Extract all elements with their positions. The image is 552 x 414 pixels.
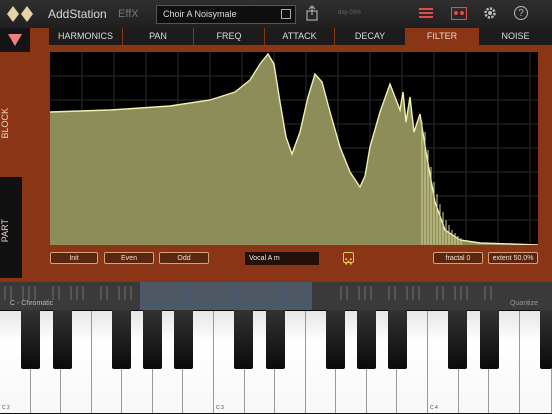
side-tab-block[interactable]: BLOCK: [0, 52, 22, 177]
tab-decay[interactable]: DECAY: [334, 28, 405, 45]
odd-button[interactable]: Odd: [159, 252, 209, 264]
even-button[interactable]: Even: [104, 252, 154, 264]
top-bar: AddStation EffX Choir A Noisymale dsp 03…: [0, 0, 552, 28]
black-key[interactable]: [266, 310, 285, 369]
black-key[interactable]: [174, 310, 193, 369]
app-logo-icon[interactable]: [6, 5, 34, 23]
black-key[interactable]: [53, 310, 72, 369]
scale-label[interactable]: C - Chromatic: [10, 300, 53, 307]
preset-name-field[interactable]: Choir A Noisymale: [156, 5, 296, 24]
black-key[interactable]: [112, 310, 131, 369]
filter-preset-select[interactable]: Vocal A m: [245, 252, 319, 265]
black-key[interactable]: [21, 310, 40, 369]
tab-attack[interactable]: ATTACK: [264, 28, 334, 45]
tab-noise[interactable]: NOISE: [478, 28, 552, 45]
octave-label-c3: C 3: [216, 405, 224, 411]
side-tab-part-label: PART: [0, 219, 10, 243]
side-tab-part[interactable]: PART: [0, 177, 22, 278]
filter-curve-svg: [49, 52, 539, 246]
extent-control[interactable]: extent 50.0%: [488, 252, 538, 264]
octave-label-c2: C 2: [2, 405, 10, 411]
random-dice-icon[interactable]: [343, 252, 354, 265]
init-button[interactable]: Init: [50, 252, 98, 264]
tab-bar: HARMONICS PAN FREQ ATTACK DECAY FILTER N…: [48, 28, 552, 45]
save-icon[interactable]: [281, 9, 291, 19]
black-key[interactable]: [357, 310, 376, 369]
preset-name-text: Choir A Noisymale: [163, 9, 237, 19]
share-icon[interactable]: [305, 5, 319, 21]
black-key[interactable]: [388, 310, 407, 369]
collapse-button[interactable]: [0, 28, 30, 52]
fractal-control[interactable]: fractal 0: [433, 252, 483, 264]
black-key[interactable]: [143, 310, 162, 369]
tab-harmonics[interactable]: HARMONICS: [48, 28, 122, 45]
side-tab-block-label: BLOCK: [0, 108, 10, 139]
keyboard-range-strip[interactable]: C - Chromatic Quantize: [0, 282, 552, 310]
gear-icon[interactable]: [483, 6, 497, 20]
recorder-icon[interactable]: [451, 7, 467, 20]
effx-button[interactable]: EffX: [118, 8, 139, 20]
triangle-down-icon: [8, 34, 22, 46]
black-key[interactable]: [540, 310, 552, 369]
octave-label-c4: C 4: [430, 405, 438, 411]
tab-freq[interactable]: FREQ: [193, 28, 264, 45]
quantize-label[interactable]: Quantize: [510, 300, 538, 307]
keyboard-overview: [4, 282, 492, 310]
filter-curve-editor[interactable]: [49, 52, 539, 246]
black-key[interactable]: [234, 310, 253, 369]
black-key[interactable]: [326, 310, 345, 369]
menu-icon[interactable]: [419, 8, 433, 18]
tab-pan[interactable]: PAN: [122, 28, 193, 45]
app-title: AddStation: [48, 7, 107, 21]
black-key[interactable]: [480, 310, 499, 369]
help-icon[interactable]: ?: [514, 6, 528, 20]
dsp-meter-text: dsp 03%: [338, 10, 362, 16]
dice-dots-icon: [345, 258, 352, 265]
tab-filter[interactable]: FILTER: [405, 28, 478, 45]
piano-keyboard[interactable]: C 2 C 3 C 4: [0, 310, 552, 414]
black-key[interactable]: [448, 310, 467, 369]
